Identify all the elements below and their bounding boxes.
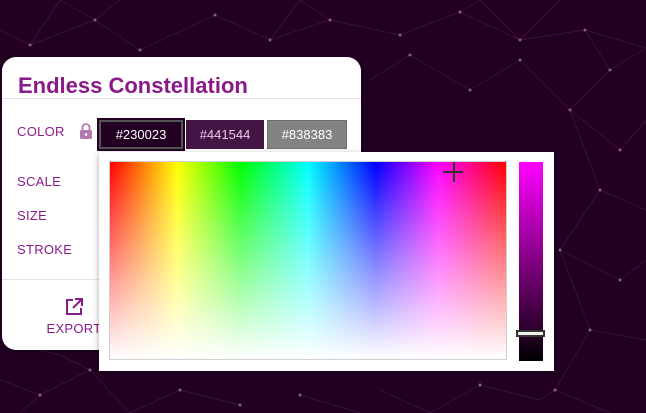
export-label: EXPORT [46,321,102,336]
crosshair-cursor-icon[interactable] [443,162,465,184]
scale-label: SCALE [17,174,62,189]
color-picker-popup [99,152,554,371]
divider [2,98,361,99]
stroke-label: STROKE [17,242,73,257]
color-swatch-secondary[interactable]: #441544 [186,120,264,149]
value-slider-handle[interactable] [516,330,545,337]
color-label: COLOR [17,124,65,139]
hue-saturation-area[interactable] [109,161,507,360]
lock-icon[interactable] [79,123,93,139]
color-swatch-primary[interactable]: #230023 [97,118,185,151]
external-link-icon [66,298,83,315]
page-title: Endless Constellation [18,73,248,98]
size-label: SIZE [17,208,48,223]
export-button[interactable]: EXPORT [46,297,102,338]
color-swatch-tertiary[interactable]: #838383 [267,120,347,149]
